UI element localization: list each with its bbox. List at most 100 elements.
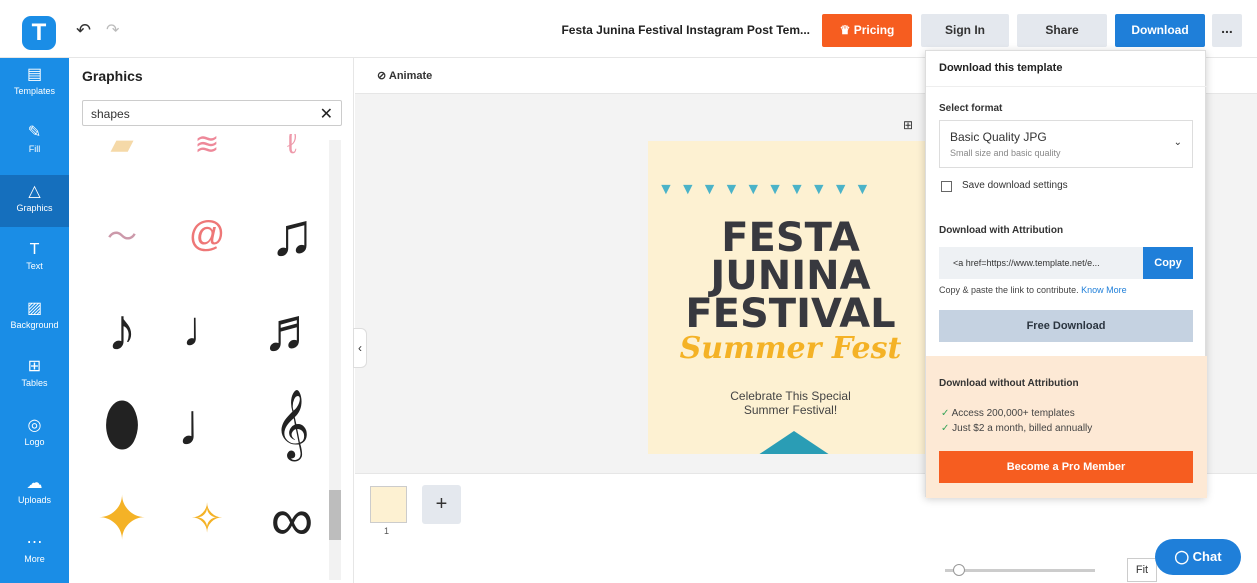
nav-tables[interactable]: ⊞ Tables [0, 350, 69, 402]
app-logo[interactable]: T [22, 16, 56, 50]
design-canvas[interactable]: ▼▼▼▼▼▼▼▼▼▼ FESTA JUNINA FESTIVAL Summer Fe… [648, 141, 933, 454]
fill-icon: ✎ [27, 124, 42, 141]
panel-title: Graphics [82, 68, 143, 84]
nav-uploads[interactable]: ☁ Uploads [0, 467, 69, 519]
search-value: shapes [91, 107, 130, 121]
search-input[interactable]: shapes ✕ [82, 100, 342, 126]
nav-label: More [24, 554, 45, 564]
undo-icon[interactable]: ↶ [76, 20, 91, 41]
sparkles-icon[interactable]: ✧ [167, 479, 247, 559]
rings-icon[interactable]: ∞ [252, 479, 332, 559]
quarter-note-icon[interactable]: ♩ [167, 384, 247, 464]
graphics-grid: ▰ ≋ ℓ 〜 @ ♫ ♪ ♩ ♬ ⬮ ♩ 𝄞 ✦ ✧ ∞ [82, 134, 332, 583]
whole-note-icon[interactable]: ⬮ [82, 384, 162, 464]
music-notes-icon[interactable]: ♫ [252, 194, 332, 274]
chevron-down-icon: ⌄ [1173, 137, 1182, 148]
save-settings-label: Save download settings [962, 180, 1068, 191]
page-number: 1 [384, 526, 390, 536]
left-nav: ▤ Templates ✎ Fill △ Graphics T Text ▨ Backgr… [0, 58, 69, 583]
nav-more[interactable]: ⋯ More [0, 526, 69, 578]
benefit-text: Just $2 a month, billed annually [952, 423, 1093, 434]
chat-icon: ◯ [1174, 549, 1193, 564]
graphic-item[interactable]: ≋ [167, 134, 247, 184]
treble-clef-icon[interactable]: 𝄞 [252, 384, 332, 464]
background-icon: ▨ [26, 300, 43, 317]
zoom-slider[interactable] [945, 564, 1095, 576]
chat-label: Chat [1192, 549, 1222, 564]
poster-line-2: JUNINA [710, 253, 871, 299]
note-outline-icon[interactable]: ♩ [167, 289, 247, 369]
benefit-text: Access 200,000+ templates [951, 408, 1075, 419]
redo-icon[interactable]: ↷ [106, 20, 119, 40]
graphic-item[interactable]: ▰ [82, 134, 162, 184]
format-subtitle: Small size and basic quality [950, 148, 1061, 158]
pro-member-button[interactable]: Become a Pro Member [939, 451, 1193, 483]
share-button[interactable]: Share [1017, 14, 1107, 47]
select-format-label: Select format [939, 103, 1003, 114]
know-more-link[interactable]: Know More [1081, 285, 1127, 295]
sign-in-button[interactable]: Sign In [921, 14, 1009, 47]
save-settings-checkbox[interactable] [941, 181, 952, 192]
pricing-label: Pricing [853, 23, 895, 37]
crown-icon: ♛ [839, 23, 854, 37]
graphic-item[interactable]: ℓ [252, 134, 332, 184]
check-icon: ✓ [941, 423, 953, 434]
nav-label: Logo [24, 437, 45, 447]
animate-icon: ⊘ [377, 70, 389, 82]
download-button[interactable]: Download [1115, 14, 1205, 47]
pro-section: Download without Attribution ✓ Access 20… [926, 356, 1207, 498]
graphics-icon: △ [28, 183, 41, 200]
attribution-text: Copy & paste the link to contribute. Kno… [939, 285, 1127, 295]
pricing-button[interactable]: ♛ Pricing [822, 14, 912, 47]
uploads-icon: ☁ [26, 475, 43, 492]
attribution-code-field[interactable]: <a href=https://www.template.net/e... [939, 247, 1143, 279]
with-attribution-label: Download with Attribution [939, 225, 1064, 236]
nav-text[interactable]: T Text [0, 233, 69, 285]
nav-logo[interactable]: ◎ Logo [0, 409, 69, 461]
nav-graphics[interactable]: △ Graphics [0, 175, 69, 227]
copy-button[interactable]: Copy [1143, 247, 1193, 279]
poster-subtitle: Celebrate This Special Summer Festival! [648, 389, 933, 417]
nav-label: Background [10, 320, 59, 330]
nav-label: Tables [21, 378, 48, 388]
poster-line-1: FESTA [721, 215, 860, 261]
scroll-thumb[interactable] [329, 490, 341, 540]
document-title[interactable]: Festa Junina Festival Instagram Post Tem… [540, 23, 810, 37]
add-page-button[interactable]: + [422, 485, 461, 524]
nav-templates[interactable]: ▤ Templates [0, 58, 69, 110]
graphic-item[interactable]: 〜 [82, 194, 162, 274]
eighth-note-icon[interactable]: ♪ [82, 289, 162, 369]
format-title: Basic Quality JPG [950, 130, 1047, 144]
format-select[interactable]: Basic Quality JPG Small size and basic q… [939, 120, 1193, 168]
benefit-item: ✓ Just $2 a month, billed annually [941, 423, 1092, 434]
tent-shape [758, 431, 830, 454]
tables-icon: ⊞ [27, 358, 42, 375]
check-icon: ✓ [941, 408, 952, 419]
page-thumbnail[interactable] [370, 486, 407, 523]
animate-button[interactable]: ⊘ Animate [377, 69, 432, 82]
text-icon: T [29, 241, 40, 258]
fit-button[interactable]: Fit [1127, 558, 1157, 582]
more-icon: ⋯ [26, 534, 43, 551]
without-attribution-label: Download without Attribution [939, 378, 1079, 389]
zoom-knob[interactable] [953, 564, 965, 576]
poster-sub-1: Celebrate This Special [730, 389, 851, 403]
add-page-icon[interactable]: ⊞ [903, 118, 913, 132]
nav-label: Graphics [16, 203, 53, 213]
collapse-panel-button[interactable]: ‹ [353, 328, 367, 368]
nav-fill[interactable]: ✎ Fill [0, 116, 69, 168]
attribution-instruction: Copy & paste the link to contribute. [939, 285, 1079, 295]
nav-background[interactable]: ▨ Background [0, 292, 69, 344]
chat-button[interactable]: ◯ Chat [1155, 539, 1241, 575]
sixteenth-note-icon[interactable]: ♬ [252, 289, 332, 369]
templates-icon: ▤ [26, 66, 43, 83]
panel-scrollbar[interactable] [329, 140, 341, 580]
free-download-button[interactable]: Free Download [939, 310, 1193, 342]
close-icon[interactable]: ✕ [320, 104, 333, 124]
nav-label: Text [26, 261, 43, 271]
download-popup: Download this template Select format Bas… [925, 50, 1207, 498]
poster-heading: FESTA JUNINA FESTIVAL [648, 215, 933, 334]
graphic-item[interactable]: @ [167, 194, 247, 274]
sparkle-icon[interactable]: ✦ [82, 479, 162, 559]
more-options-button[interactable]: ... [1212, 14, 1242, 47]
